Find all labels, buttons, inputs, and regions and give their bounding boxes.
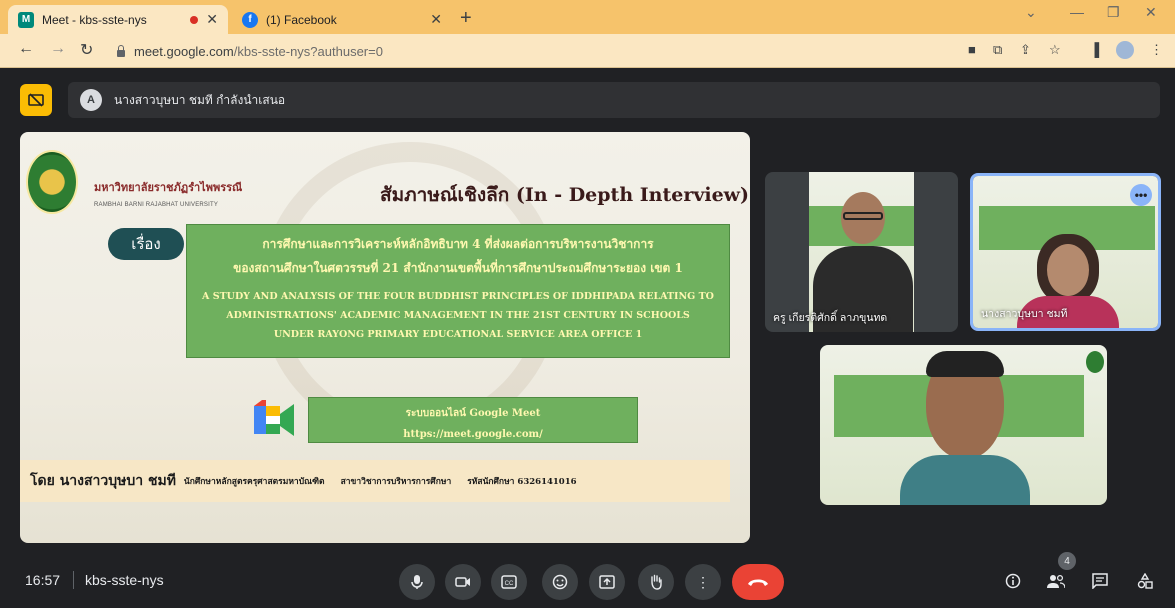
close-window-button[interactable]: ✕ xyxy=(1145,4,1157,21)
minimize-button[interactable]: — xyxy=(1070,4,1084,20)
english-title-line: ADMINISTRATIONS' ACADEMIC MANAGEMENT IN … xyxy=(226,310,690,321)
reload-button[interactable]: ↻ xyxy=(80,40,93,60)
lock-icon xyxy=(116,45,126,57)
url-path: /kbs-sste-nys?authuser=0 xyxy=(233,43,383,59)
info-icon xyxy=(1005,573,1021,589)
tab-title: (1) Facebook xyxy=(266,12,337,27)
presentation-slide: มหาวิทยาลัยราชภัฏรำไพพรรณี RAMBHAI BARNI… xyxy=(20,132,750,543)
author-major: สาขาวิชาการบริหารการศึกษา xyxy=(340,477,452,487)
emoji-icon xyxy=(552,574,568,590)
address-bar: ← → ↻ meet.google.com/kbs-sste-nys?authu… xyxy=(0,34,1175,68)
online-system-box: ระบบออนไลน์ Google Meet https://meet.goo… xyxy=(308,397,638,443)
meet-favicon-icon: M xyxy=(18,11,34,28)
thai-title-line: ของสถานศึกษาในศตวรรษที่ 21 สำนักงานเขตพื… xyxy=(233,261,683,275)
university-name-th: มหาวิทยาลัยราชภัฏรำไพพรรณี xyxy=(94,181,243,194)
presenting-text: นางสาวบุษบา ชมที กำลังนำเสนอ xyxy=(114,92,286,107)
present-now-button[interactable] xyxy=(589,564,625,600)
participant-name: ครู เกียรติศักดิ์ ลาภขุนทด xyxy=(773,312,888,324)
author-name: โดย นางสาวบุษบา ชมที xyxy=(30,473,176,489)
english-title-line: A STUDY AND ANALYSIS OF THE FOUR BUDDHIS… xyxy=(202,291,714,302)
restore-button[interactable]: ❐ xyxy=(1107,4,1120,21)
google-meet-logo-icon xyxy=(254,400,294,436)
url-field[interactable]: meet.google.com/kbs-sste-nys?authuser=0 xyxy=(108,39,943,63)
topic-pill: เรื่อง xyxy=(108,228,184,260)
captions-icon: CC xyxy=(501,575,517,589)
translate-icon[interactable]: ⧉ xyxy=(993,42,1002,58)
activities-button[interactable] xyxy=(1130,566,1160,596)
chat-button[interactable] xyxy=(1085,566,1115,596)
reactions-button[interactable] xyxy=(542,564,578,600)
microphone-icon xyxy=(411,575,423,589)
browser-menu-icon[interactable]: ⋮ xyxy=(1150,42,1163,58)
svg-text:CC: CC xyxy=(505,581,514,587)
present-off-icon xyxy=(28,93,44,107)
participant-tile-speaking[interactable]: ••• นางสาวบุษบา ชมที xyxy=(970,173,1161,331)
presenting-banner: A นางสาวบุษบา ชมที กำลังนำเสนอ xyxy=(68,82,1160,118)
author-program: นักศึกษาหลักสูตรครุศาสตรมหาบัณฑิต xyxy=(183,477,325,487)
university-name-en: RAMBHAI BARNI RAJABHAT UNIVERSITY xyxy=(94,202,219,208)
online-url: https://meet.google.com/ xyxy=(403,429,543,440)
participant-tile[interactable] xyxy=(820,345,1107,505)
tab-search-icon[interactable]: ⌄ xyxy=(1025,4,1037,21)
participant-tile[interactable]: ครู เกียรติศักดิ์ ลาภขุนทด xyxy=(765,172,958,332)
url-host: meet.google.com xyxy=(134,43,234,59)
hand-icon xyxy=(651,574,662,590)
meeting-code: kbs-sste-nys xyxy=(85,572,164,588)
author-byline: โดย นางสาวบุษบา ชมที นักศึกษาหลักสูตรครุ… xyxy=(20,460,730,502)
people-button[interactable] xyxy=(1041,566,1071,596)
microphone-button[interactable] xyxy=(399,564,435,600)
back-button[interactable]: ← xyxy=(18,40,34,58)
divider xyxy=(73,571,74,589)
stop-presenting-button[interactable] xyxy=(20,84,52,116)
more-options-icon[interactable]: ••• xyxy=(1130,184,1152,206)
participant-name: นางสาวบุษบา ชมที xyxy=(981,308,1068,320)
profile-avatar[interactable] xyxy=(1116,41,1134,59)
tab-facebook[interactable]: f (1) Facebook ✕ xyxy=(232,5,452,34)
participant-count-badge: 4 xyxy=(1058,552,1076,570)
tab-meet[interactable]: M Meet - kbs-sste-nys ✕ xyxy=(8,5,228,34)
more-vertical-icon: ⋮ xyxy=(696,573,710,590)
thesis-title-box: การศึกษาและการวิเคราะห์หลักอิทธิบาท 4 ที… xyxy=(186,224,730,358)
tab-title: Meet - kbs-sste-nys xyxy=(42,12,147,27)
leave-call-button[interactable] xyxy=(732,564,784,600)
side-panel-icon[interactable]: ▐ xyxy=(1090,42,1099,57)
meeting-time: 16:57 xyxy=(25,572,61,588)
recording-icon xyxy=(190,15,199,24)
chat-icon xyxy=(1092,573,1108,589)
hang-up-icon xyxy=(748,579,768,586)
captions-button[interactable]: CC xyxy=(491,564,527,600)
close-tab-icon[interactable]: ✕ xyxy=(206,11,218,28)
activities-icon xyxy=(1137,573,1153,589)
more-options-button[interactable]: ⋮ xyxy=(685,564,721,600)
close-tab-icon[interactable]: ✕ xyxy=(430,11,442,28)
present-icon xyxy=(599,575,615,589)
forward-button[interactable]: → xyxy=(50,40,66,58)
presenter-avatar: A xyxy=(80,89,102,111)
new-tab-button[interactable]: + xyxy=(460,7,472,30)
share-icon[interactable]: ⇪ xyxy=(1020,42,1031,58)
people-icon xyxy=(1047,574,1065,589)
author-student-id: รหัสนักศึกษา 6326141016 xyxy=(467,477,577,487)
camera-icon xyxy=(455,577,470,587)
online-system-label: ระบบออนไลน์ Google Meet xyxy=(405,408,541,419)
camera-in-use-icon[interactable]: ■ xyxy=(968,42,976,57)
thai-title-line: การศึกษาและการวิเคราะห์หลักอิทธิบาท 4 ที… xyxy=(262,237,654,251)
slide-title: สัมภาษณ์เชิงลึก (In - Depth Interview) xyxy=(380,184,750,206)
bookmark-star-icon[interactable]: ☆ xyxy=(1049,42,1061,58)
english-title: A STUDY AND ANALYSIS OF THE FOUR BUDDHIS… xyxy=(187,287,729,344)
meeting-controls-bar: 16:57 kbs-sste-nys CC ⋮ xyxy=(0,556,1175,608)
facebook-favicon-icon: f xyxy=(242,11,258,28)
english-title-line: UNDER RAYONG PRIMARY EDUCATIONAL SERVICE… xyxy=(273,329,643,340)
participant-video xyxy=(890,351,1040,505)
camera-button[interactable] xyxy=(445,564,481,600)
university-logo xyxy=(26,150,78,214)
meeting-details-button[interactable] xyxy=(998,566,1028,596)
browser-tab-bar: M Meet - kbs-sste-nys ✕ f (1) Facebook ✕… xyxy=(0,0,1175,34)
raise-hand-button[interactable] xyxy=(638,564,674,600)
